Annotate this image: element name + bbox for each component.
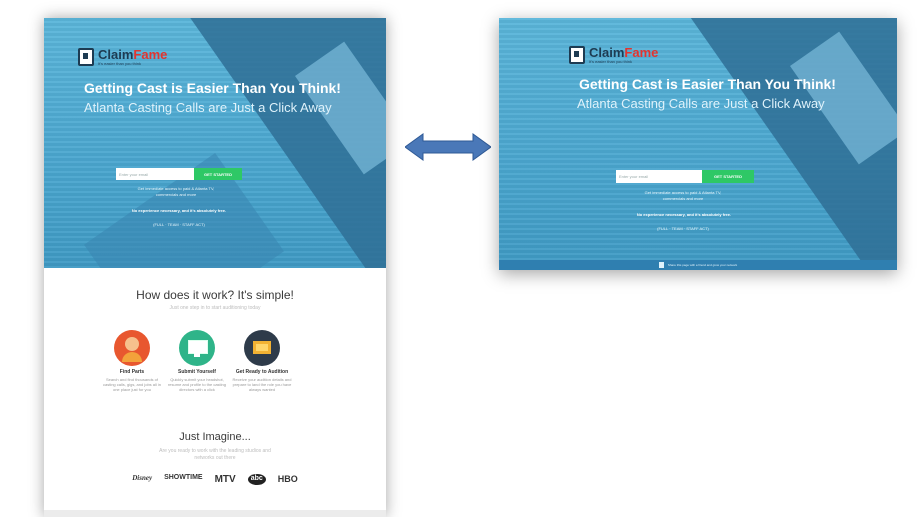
hero-subheadline: Atlanta Casting Calls are Just a Click A… (577, 96, 825, 111)
hero-section: ClaimFame It's easier than you think Get… (44, 18, 386, 268)
logo-icon (78, 48, 94, 66)
imagine-subtitle-2: networks out there (194, 455, 236, 461)
logo[interactable]: ClaimFame It's easier than you think (569, 46, 658, 64)
feature-title: Find Parts (119, 369, 145, 375)
feature-audition: Get Ready to Audition Receive your audit… (230, 330, 294, 392)
email-input[interactable]: Enter your email (116, 168, 194, 180)
showtime-logo: SHOWTIME (164, 474, 203, 481)
logo-fame: Fame (133, 47, 168, 62)
abc-logo: abc (247, 474, 266, 485)
folder-icon (244, 330, 280, 366)
feature-title: Submit Yourself (178, 369, 216, 375)
get-started-button[interactable]: GET STARTED (194, 168, 242, 180)
hero-headline: Getting Cast is Easier Than You Think! (84, 80, 341, 96)
hero-headline: Getting Cast is Easier Than You Think! (579, 76, 836, 92)
bottom-share-bar[interactable]: Share this page with a friend and grow y… (499, 260, 897, 270)
hero-small-line: (FULL · TEAM · STAFF ACT) (153, 222, 205, 227)
feature-submit: Submit Yourself Quickly submit your head… (165, 330, 229, 392)
how-title: How does it work? It's simple! (136, 288, 294, 302)
hero-bold-line: No experience necessary, and it's absolu… (636, 212, 732, 217)
monitor-icon (179, 330, 215, 366)
mtv-logo: MTV (214, 474, 236, 485)
feature-desc: Search and find thousands of casting cal… (102, 377, 162, 392)
disney-logo: Disney (132, 474, 153, 482)
get-started-button[interactable]: GET STARTED (702, 170, 754, 183)
logo-claim: Claim (589, 45, 625, 60)
person-icon (114, 330, 150, 366)
email-input[interactable]: Enter your email (616, 170, 702, 183)
feature-desc: Quickly submit your headshot, resume and… (167, 377, 227, 392)
logo-icon (569, 46, 585, 64)
footer-strip (44, 510, 386, 517)
landing-page-above-fold: ClaimFame It's easier than you think Get… (499, 18, 897, 270)
hero-line-1: Get immediate access to paid & Atlanta T… (644, 190, 722, 195)
hero-subheadline: Atlanta Casting Calls are Just a Click A… (84, 100, 332, 115)
feature-desc: Receive your audition details and prepar… (232, 377, 292, 392)
brand-logos: Disney SHOWTIME MTV abc HBO (44, 474, 386, 485)
feature-find-parts: Find Parts Search and find thousands of … (100, 330, 164, 392)
logo-fame: Fame (624, 45, 659, 60)
hero-line-1: Get immediate access to paid & Atlanta T… (137, 186, 215, 191)
hbo-logo: HBO (277, 474, 298, 484)
hero-small-line: (FULL · TEAM · STAFF ACT) (657, 226, 709, 231)
signup-form: Enter your email GET STARTED (116, 168, 242, 180)
hero-line-2: commercials and more (662, 196, 704, 201)
landing-page-full: ClaimFame It's easier than you think Get… (44, 18, 386, 517)
signup-form: Enter your email GET STARTED (616, 170, 754, 183)
logo[interactable]: ClaimFame It's easier than you think (78, 48, 167, 66)
feature-title: Get Ready to Audition (235, 369, 289, 375)
share-icon (658, 262, 664, 268)
hero-bold-line: No experience necessary, and it's absolu… (131, 208, 227, 213)
double-arrow-icon (405, 133, 491, 161)
imagine-subtitle-1: Are you ready to work with the leading s… (159, 448, 271, 454)
imagine-title: Just Imagine... (179, 431, 251, 443)
how-subtitle: Just one step in to start auditioning to… (169, 305, 261, 311)
share-bar-text: Share this page with a friend and grow y… (667, 263, 738, 267)
hero-line-2: commercials and more (155, 192, 197, 197)
logo-claim: Claim (98, 47, 134, 62)
